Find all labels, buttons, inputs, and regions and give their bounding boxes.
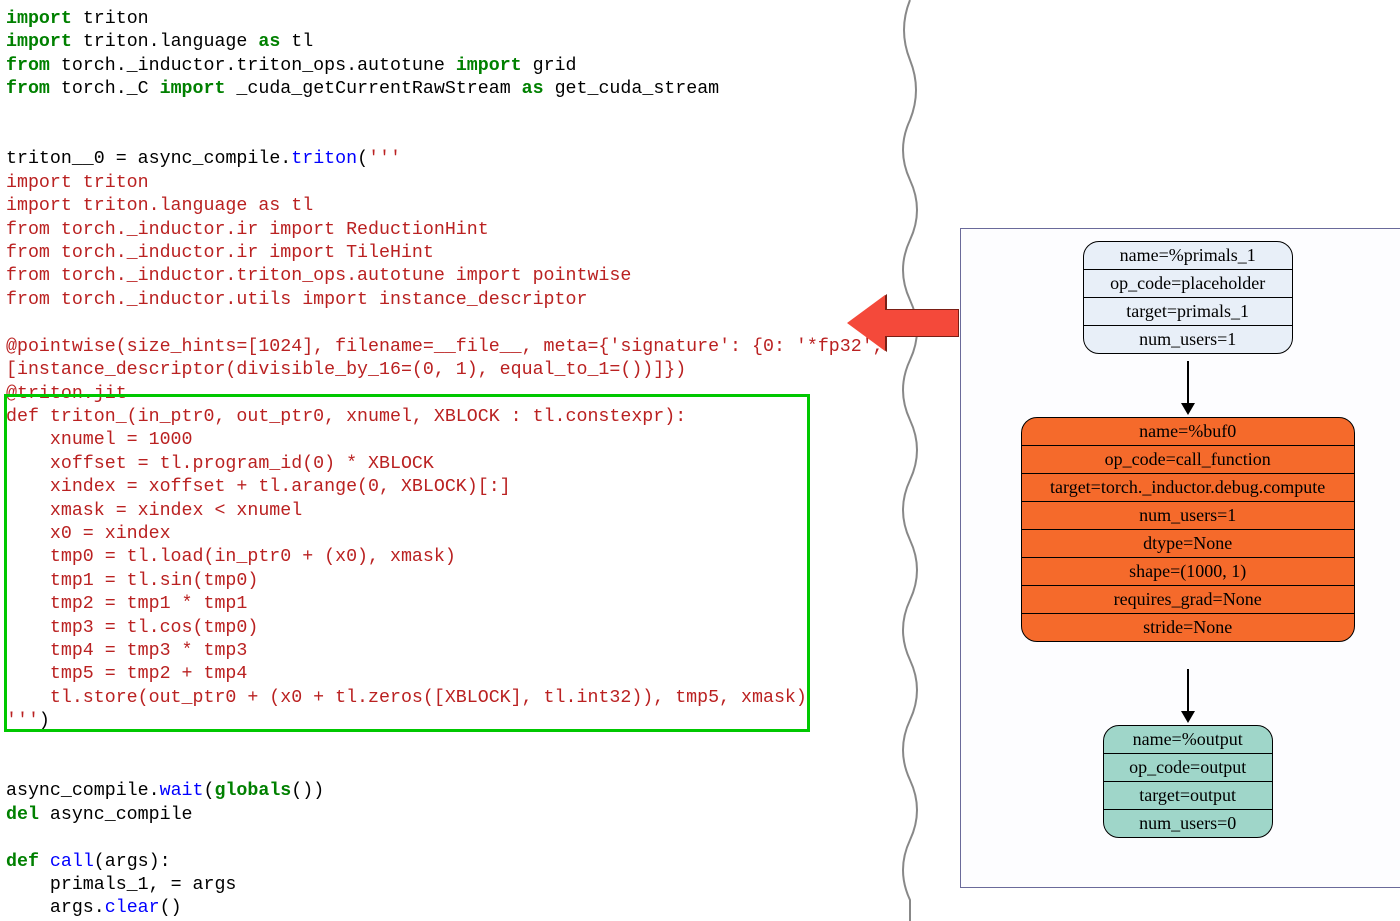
node-row: name=%output — [1104, 726, 1272, 753]
node-row: target=torch._inductor.debug.compute — [1022, 473, 1354, 501]
node-row: target=primals_1 — [1084, 297, 1292, 325]
node-row: op_code=placeholder — [1084, 269, 1292, 297]
code-block: import triton import triton.language as … — [6, 8, 884, 921]
code-panel: import triton import triton.language as … — [0, 0, 890, 921]
figure-root: import triton import triton.language as … — [0, 0, 1400, 921]
torn-edge — [890, 0, 930, 921]
node-row: requires_grad=None — [1022, 585, 1354, 613]
node-row: op_code=output — [1104, 753, 1272, 781]
graph-node-output: name=%output op_code=output target=outpu… — [1103, 725, 1273, 838]
node-row: name=%primals_1 — [1084, 242, 1292, 269]
graph-node-primals: name=%primals_1 op_code=placeholder targ… — [1083, 241, 1293, 354]
kw-import: import — [6, 9, 72, 29]
edge-arrow — [1187, 669, 1189, 711]
node-row: num_users=1 — [1022, 501, 1354, 529]
arrowhead-icon — [1181, 403, 1195, 415]
graph-side: name=%primals_1 op_code=placeholder targ… — [930, 0, 1400, 921]
node-row: stride=None — [1022, 613, 1354, 641]
graph-panel: name=%primals_1 op_code=placeholder targ… — [960, 228, 1400, 888]
node-row: op_code=call_function — [1022, 445, 1354, 473]
node-row: name=%buf0 — [1022, 418, 1354, 445]
node-row: shape=(1000, 1) — [1022, 557, 1354, 585]
node-row: dtype=None — [1022, 529, 1354, 557]
node-row: num_users=1 — [1084, 325, 1292, 353]
node-row: target=output — [1104, 781, 1272, 809]
graph-node-buf0: name=%buf0 op_code=call_function target=… — [1021, 417, 1355, 642]
arrowhead-icon — [1181, 711, 1195, 723]
edge-arrow — [1187, 361, 1189, 403]
node-row: num_users=0 — [1104, 809, 1272, 837]
mod-triton: triton — [83, 9, 149, 29]
